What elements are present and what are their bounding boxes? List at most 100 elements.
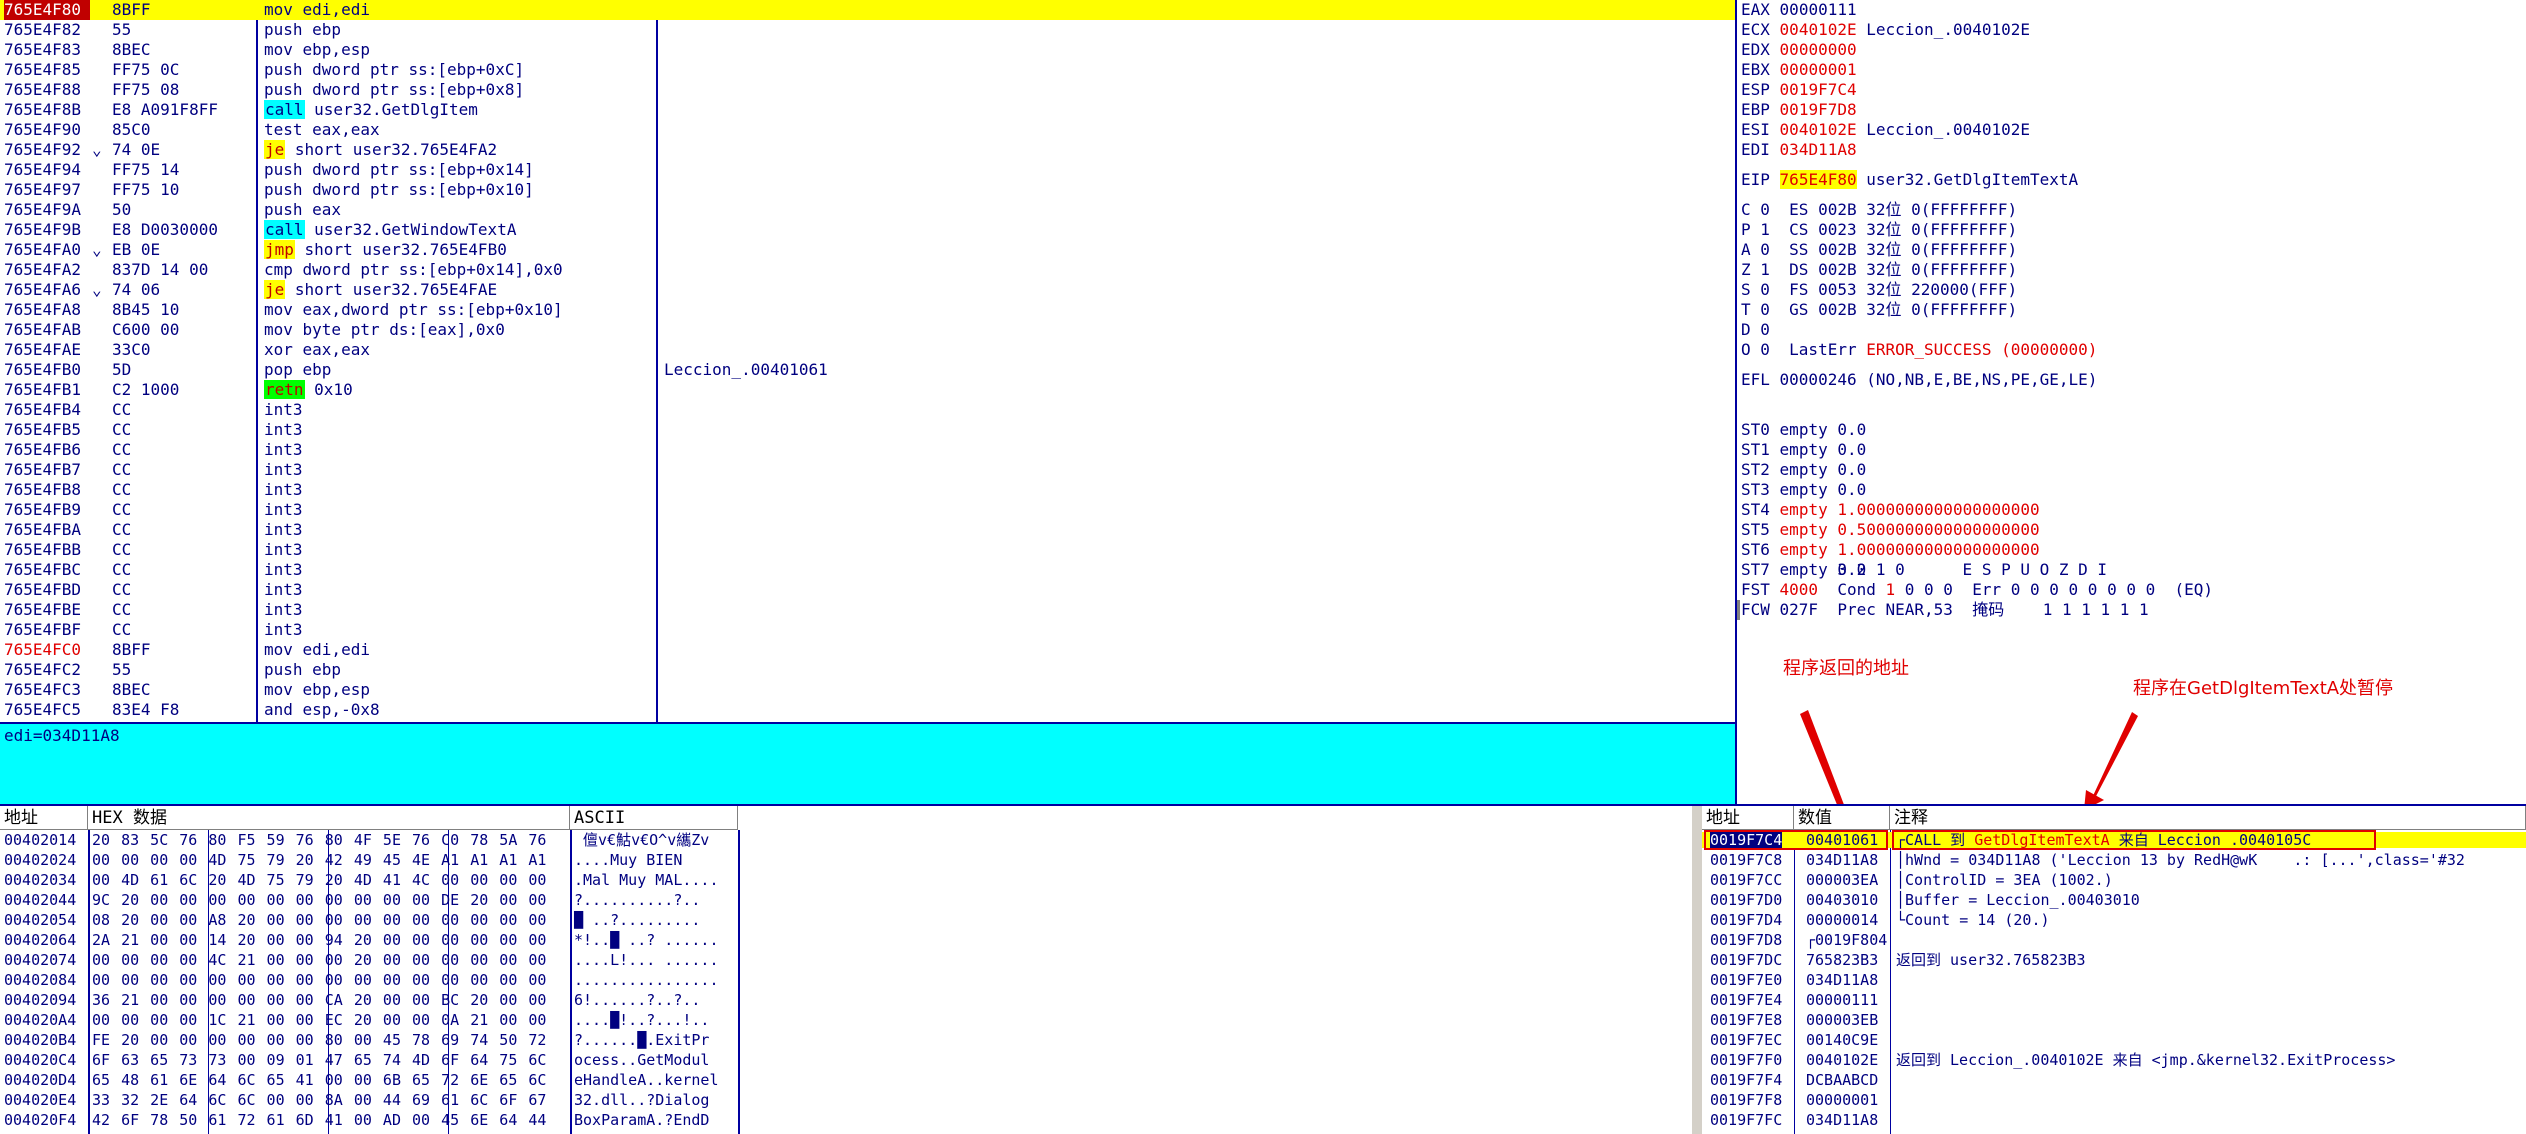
disasm-row[interactable]: 765E4FBD CC int3 bbox=[0, 580, 1735, 600]
dump-row[interactable]: 004020C4 6F 63 65 73 73 00 09 01 47 65 74… bbox=[0, 1052, 1692, 1068]
stack-row[interactable]: 0019F7CC 000003EA │ControlID = 3EA (1002.) bbox=[1702, 872, 2526, 888]
dump-row[interactable]: 00402084 00 00 00 00 00 00 00 00 00 00 00… bbox=[0, 972, 1692, 988]
disasm-row[interactable]: 765E4FA8 8B45 10 mov eax,dword ptr ss:[ebp… bbox=[0, 300, 1735, 320]
stack-row[interactable]: 0019F7F0 0040102E 返回到 Leccion_.0040102E 来自… bbox=[1702, 1052, 2526, 1068]
fpu-register-st3[interactable]: ST3 empty 0.0 bbox=[1741, 480, 1866, 500]
disasm-row[interactable]: 765E4FB0 5D pop ebp Leccion_.00401061 bbox=[0, 360, 1735, 380]
dump-row[interactable]: 004020A4 00 00 00 00 1C 21 00 00 EC 20 00… bbox=[0, 1012, 1692, 1028]
disasm-row[interactable]: 765E4FBE CC int3 bbox=[0, 600, 1735, 620]
fpu-register-st4[interactable]: ST4 empty 1.0000000000000000000 bbox=[1741, 500, 2040, 520]
dump-row[interactable]: 004020B4 FE 20 00 00 00 00 00 00 80 00 45… bbox=[0, 1032, 1692, 1048]
fpu-register-st2[interactable]: ST2 empty 0.0 bbox=[1741, 460, 1866, 480]
disasm-row[interactable]: 765E4F97 FF75 10 push dword ptr ss:[ebp+0x… bbox=[0, 180, 1735, 200]
disasm-row[interactable]: 765E4F94 FF75 14 push dword ptr ss:[ebp+0x… bbox=[0, 160, 1735, 180]
stack-row[interactable]: 0019F7E4 00000111 bbox=[1702, 992, 2526, 1008]
disasm-row[interactable]: 765E4FA0 ⌄ EB 0E jmp short user32.765E4FB0 bbox=[0, 240, 1735, 260]
disasm-row[interactable]: 765E4FB5 CC int3 bbox=[0, 420, 1735, 440]
stack-row[interactable]: 0019F7C8 034D11A8 │hWnd = 034D11A8 ('Lecci… bbox=[1702, 852, 2526, 868]
stack-header-address[interactable]: 地址 bbox=[1702, 806, 1794, 830]
eflags-line[interactable]: EFL 00000246 (NO,NB,E,BE,NS,PE,GE,LE) bbox=[1741, 370, 2097, 390]
disasm-row[interactable]: 765E4FBB CC int3 bbox=[0, 540, 1735, 560]
disasm-row[interactable]: 765E4F85 FF75 0C push dword ptr ss:[ebp+0x… bbox=[0, 60, 1735, 80]
disasm-row[interactable]: 765E4F80 8BFF mov edi,edi bbox=[0, 0, 1735, 20]
disasm-row[interactable]: 765E4F8B E8 A091F8FF call user32.GetDlgIte… bbox=[0, 100, 1735, 120]
stack-row[interactable]: 0019F7D0 00403010 │Buffer = Leccion_.00403… bbox=[1702, 892, 2526, 908]
register-ebx[interactable]: EBX 00000001 bbox=[1741, 60, 1866, 80]
disasm-row[interactable]: 765E4FB8 CC int3 bbox=[0, 480, 1735, 500]
disasm-row[interactable]: 765E4F83 8BEC mov ebp,esp bbox=[0, 40, 1735, 60]
flag-segment-line[interactable]: D 0 bbox=[1741, 320, 1770, 340]
stack-header-comment[interactable]: 注释 bbox=[1890, 806, 2526, 830]
stack-header-value[interactable]: 数值 bbox=[1794, 806, 1890, 830]
disasm-row[interactable]: 765E4FC3 8BEC mov ebp,esp bbox=[0, 680, 1735, 700]
dump-row[interactable]: 00402034 00 4D 61 6C 20 4D 75 79 20 4D 41… bbox=[0, 872, 1692, 888]
dump-row[interactable]: 00402074 00 00 00 00 4C 21 00 00 00 20 00… bbox=[0, 952, 1692, 968]
disasm-row[interactable]: 765E4F82 55 push ebp bbox=[0, 20, 1735, 40]
register-ebp[interactable]: EBP 0019F7D8 bbox=[1741, 100, 1866, 120]
pane-divider[interactable] bbox=[0, 722, 1735, 724]
dump-row[interactable]: 004020E4 33 32 2E 64 6C 6C 00 00 8A 00 44… bbox=[0, 1092, 1692, 1108]
stack-pane[interactable]: 地址 数值 注释 0019F7C4 00401061 ┌CALL 到 GetDlgI… bbox=[1702, 806, 2526, 1134]
disasm-row[interactable]: 765E4FAB C600 00 mov byte ptr ds:[eax],0x0 bbox=[0, 320, 1735, 340]
disasm-row[interactable]: 765E4FA6 ⌄ 74 06 je short user32.765E4FAE bbox=[0, 280, 1735, 300]
dump-row[interactable]: 00402064 2A 21 00 00 14 20 00 00 94 20 00… bbox=[0, 932, 1692, 948]
scroll-grip[interactable] bbox=[1737, 600, 1740, 620]
dump-header-address[interactable]: 地址 bbox=[0, 806, 88, 830]
register-esp[interactable]: ESP 0019F7C4 bbox=[1741, 80, 1866, 100]
dump-header-hex[interactable]: HEX 数据 bbox=[88, 806, 570, 830]
pane-splitter[interactable] bbox=[1692, 806, 1702, 1134]
fpu-register-st1[interactable]: ST1 empty 0.0 bbox=[1741, 440, 1866, 460]
dump-row[interactable]: 00402094 36 21 00 00 00 00 00 00 CA 20 00… bbox=[0, 992, 1692, 1008]
register-edx[interactable]: EDX 00000000 bbox=[1741, 40, 1866, 60]
disasm-row[interactable]: 765E4F92 ⌄ 74 0E je short user32.765E4FA2 bbox=[0, 140, 1735, 160]
dump-row[interactable]: 00402014 20 83 5C 76 80 F5 59 76 80 4F 5E… bbox=[0, 832, 1692, 848]
disasm-row[interactable]: 765E4FBC CC int3 bbox=[0, 560, 1735, 580]
fpu-control-word[interactable]: FCW 027F Prec NEAR,53 掩码 1 1 1 1 1 1 bbox=[1741, 600, 2149, 620]
dump-row[interactable]: 00402024 00 00 00 00 4D 75 79 20 42 49 45… bbox=[0, 852, 1692, 868]
disassembly-pane[interactable]: 765E4F80 8BFF mov edi,edi 765E4F82 55 push eb… bbox=[0, 0, 1735, 722]
stack-row[interactable]: 0019F7EC 00140C9E bbox=[1702, 1032, 2526, 1048]
flag-segment-line[interactable]: Z 1 DS 002B 32位 0(FFFFFFFF) bbox=[1741, 260, 2017, 280]
fpu-register-st5[interactable]: ST5 empty 0.5000000000000000000 bbox=[1741, 520, 2040, 540]
fpu-register-st6[interactable]: ST6 empty 1.0000000000000000000 bbox=[1741, 540, 2040, 560]
stack-row[interactable]: 0019F7FC 034D11A8 bbox=[1702, 1112, 2526, 1128]
flag-segment-line[interactable]: S 0 FS 0053 32位 220000(FFF) bbox=[1741, 280, 2017, 300]
registers-pane[interactable]: EAX 00000111 ECX 0040102E Leccion_.00401… bbox=[1737, 0, 2526, 804]
disasm-row[interactable]: 765E4F9A 50 push eax bbox=[0, 200, 1735, 220]
dump-row[interactable]: 00402054 08 20 00 00 A8 20 00 00 00 00 00… bbox=[0, 912, 1692, 928]
last-error-line[interactable]: O 0 LastErr ERROR_SUCCESS (00000000) bbox=[1741, 340, 2097, 360]
register-edi[interactable]: EDI 034D11A8 bbox=[1741, 140, 1866, 160]
disasm-row[interactable]: 765E4FAE 33C0 xor eax,eax bbox=[0, 340, 1735, 360]
disasm-row[interactable]: 765E4FBA CC int3 bbox=[0, 520, 1735, 540]
disasm-row[interactable]: 765E4F9B E8 D0030000 call user32.GetWindow… bbox=[0, 220, 1735, 240]
flag-segment-line[interactable]: T 0 GS 002B 32位 0(FFFFFFFF) bbox=[1741, 300, 2017, 320]
register-eip[interactable]: EIP 765E4F80 user32.GetDlgItemTextA bbox=[1741, 170, 2078, 190]
disasm-row[interactable]: 765E4FB1 C2 1000 retn 0x10 bbox=[0, 380, 1735, 400]
disasm-row[interactable]: 765E4F88 FF75 08 push dword ptr ss:[ebp+0x… bbox=[0, 80, 1735, 100]
stack-row[interactable]: 0019F7D8 ┌0019F804 bbox=[1702, 932, 2526, 948]
flag-segment-line[interactable]: P 1 CS 0023 32位 0(FFFFFFFF) bbox=[1741, 220, 2017, 240]
stack-row[interactable]: 0019F7F4 DCBAABCD bbox=[1702, 1072, 2526, 1088]
stack-row[interactable]: 0019F7F8 00000001 bbox=[1702, 1092, 2526, 1108]
dump-header-ascii[interactable]: ASCII bbox=[570, 806, 738, 830]
dump-row[interactable]: 004020F4 42 6F 78 50 61 72 61 6D 41 00 AD… bbox=[0, 1112, 1692, 1128]
disasm-row[interactable]: 765E4FB7 CC int3 bbox=[0, 460, 1735, 480]
disasm-row[interactable]: 765E4FB6 CC int3 bbox=[0, 440, 1735, 460]
stack-row[interactable]: 0019F7E8 000003EB bbox=[1702, 1012, 2526, 1028]
disasm-row[interactable]: 765E4FC0 8BFF mov edi,edi bbox=[0, 640, 1735, 660]
fpu-register-st0[interactable]: ST0 empty 0.0 bbox=[1741, 420, 1866, 440]
memory-dump-pane[interactable]: 地址 HEX 数据 ASCII 00402014 20 83 5C 76 80 F… bbox=[0, 806, 1692, 1134]
disasm-row[interactable]: 765E4FBF CC int3 bbox=[0, 620, 1735, 640]
register-esi[interactable]: ESI 0040102E Leccion_.0040102E bbox=[1741, 120, 2030, 140]
flag-segment-line[interactable]: C 0 ES 002B 32位 0(FFFFFFFF) bbox=[1741, 200, 2017, 220]
disasm-row[interactable]: 765E4FC2 55 push ebp bbox=[0, 660, 1735, 680]
register-eax[interactable]: EAX 00000111 bbox=[1741, 0, 1866, 20]
stack-row[interactable]: 0019F7DC 765823B3 返回到 user32.765823B3 bbox=[1702, 952, 2526, 968]
register-ecx[interactable]: ECX 0040102E Leccion_.0040102E bbox=[1741, 20, 2030, 40]
stack-row[interactable]: 0019F7D4 00000014 └Count = 14 (20.) bbox=[1702, 912, 2526, 928]
stack-row[interactable]: 0019F7E0 034D11A8 bbox=[1702, 972, 2526, 988]
disasm-row[interactable]: 765E4FB9 CC int3 bbox=[0, 500, 1735, 520]
fpu-status-word[interactable]: FST 4000 Cond 1 0 0 0 Err 0 0 0 0 0 0 0 … bbox=[1741, 580, 2213, 600]
dump-row[interactable]: 00402044 9C 20 00 00 00 00 00 00 00 00 00… bbox=[0, 892, 1692, 908]
disasm-row[interactable]: 765E4FB4 CC int3 bbox=[0, 400, 1735, 420]
